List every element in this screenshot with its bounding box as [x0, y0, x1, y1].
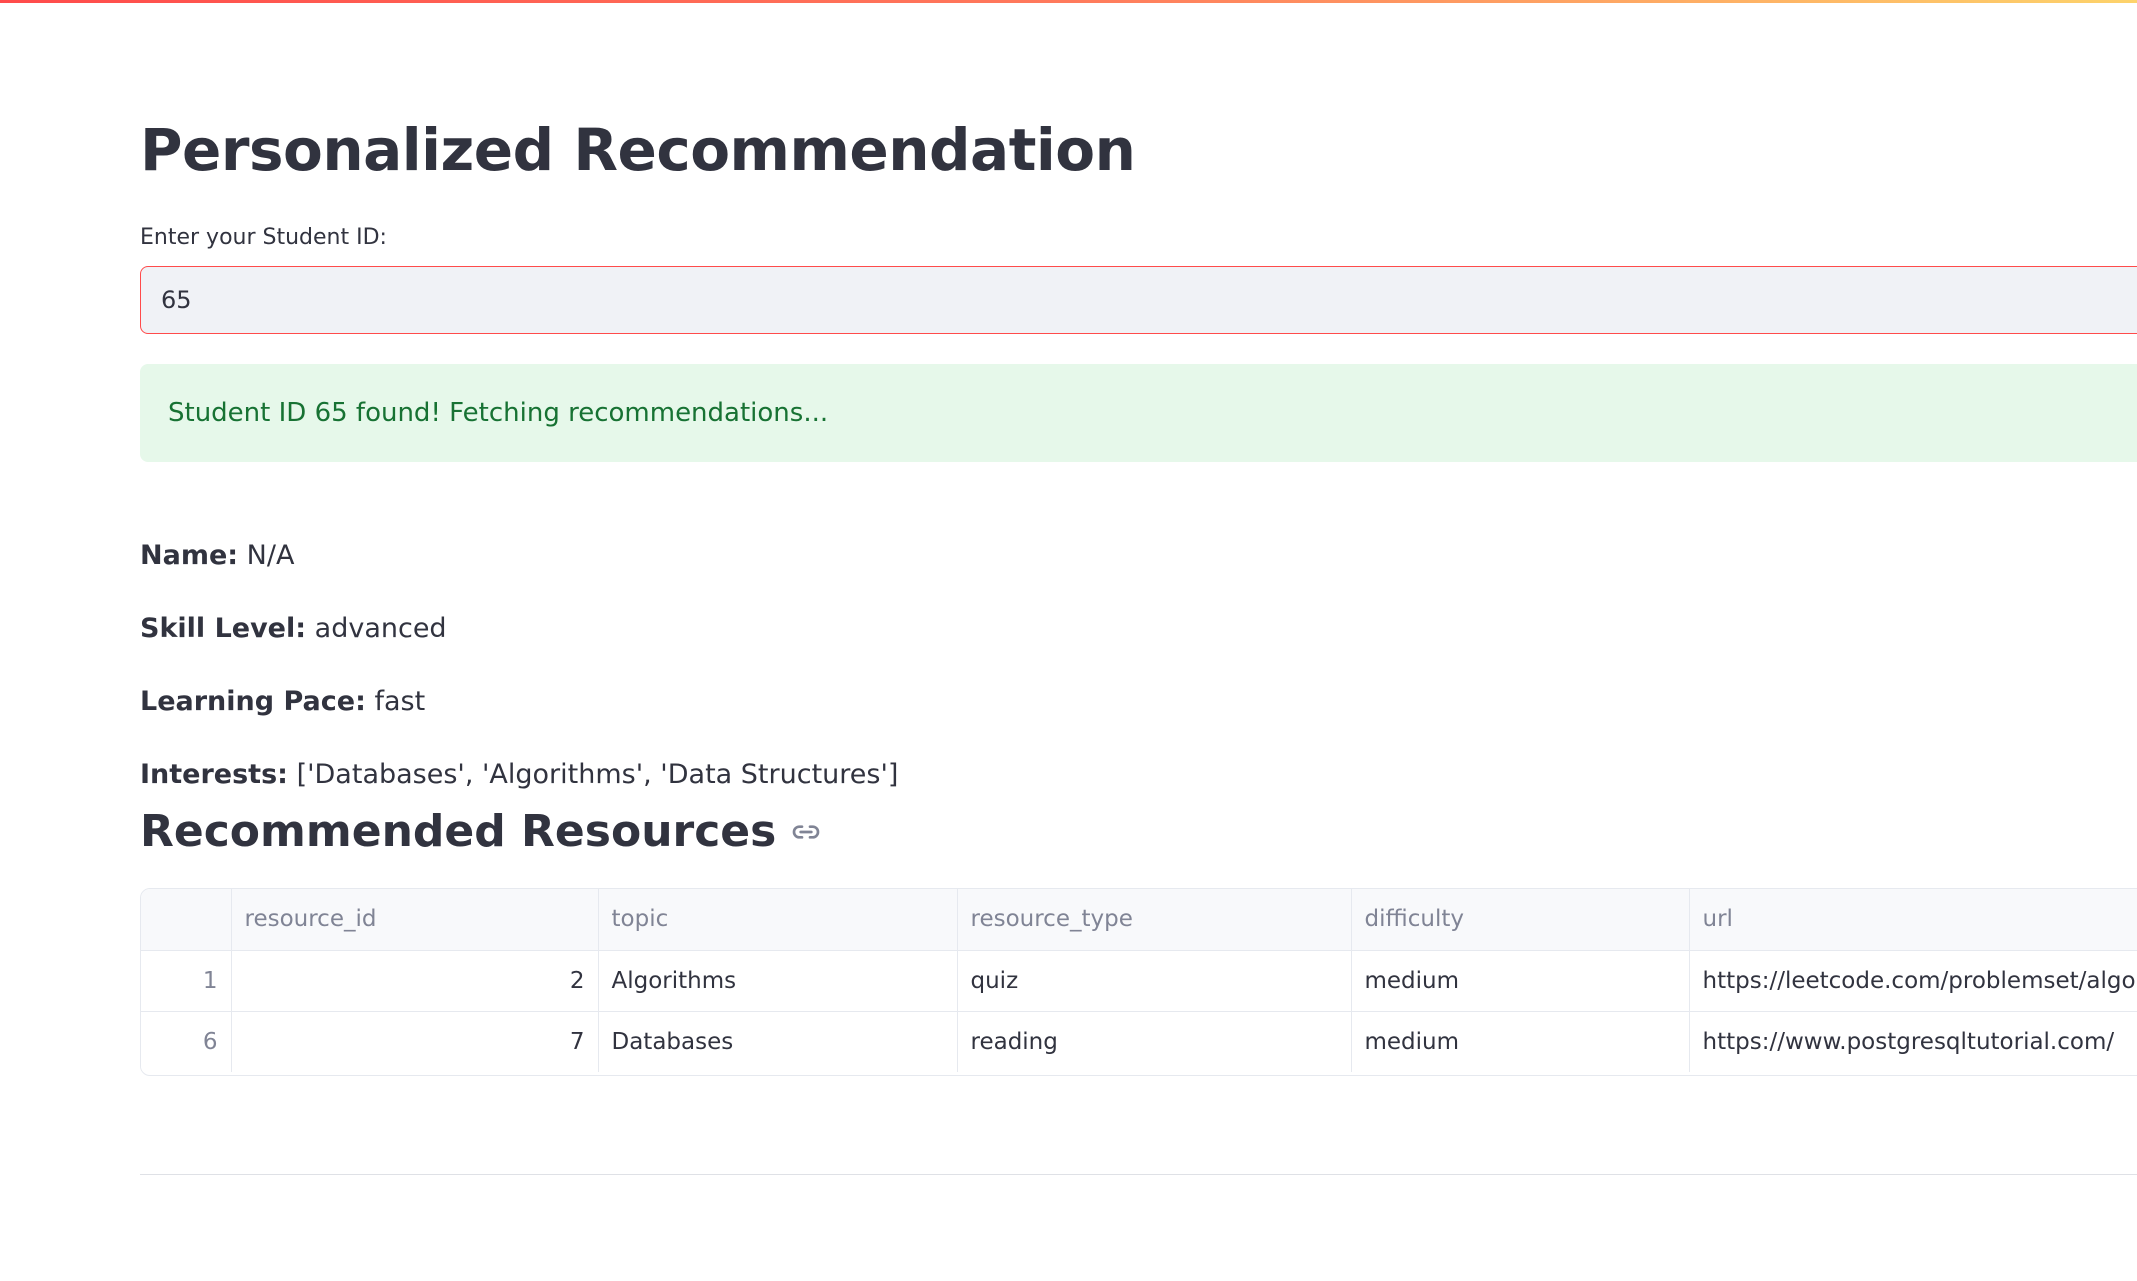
column-header-resource-type[interactable]: resource_type	[957, 889, 1352, 951]
topic-cell[interactable]: Databases	[598, 1011, 958, 1072]
profile-skill-level: Skill Level: advanced	[140, 609, 447, 649]
student-id-label: Enter your Student ID:	[140, 225, 387, 250]
profile-interests: Interests: ['Databases', 'Algorithms', '…	[140, 755, 898, 795]
page-title: Personalized Recommendation	[140, 116, 1136, 184]
resource-type-cell[interactable]: reading	[957, 1011, 1352, 1072]
section-title-recommended: Recommended Resources	[140, 804, 822, 860]
resources-table[interactable]: resource_id topic resource_type difficul…	[140, 888, 2137, 1076]
difficulty-cell[interactable]: medium	[1351, 1011, 1690, 1072]
main-content: Personalized Recommendation Enter your S…	[140, 0, 2137, 1281]
section-title-text: Recommended Resources	[140, 806, 777, 857]
profile-skill-value: advanced	[314, 613, 447, 644]
profile-interests-label: Interests:	[140, 759, 288, 790]
table-header-row: resource_id topic resource_type difficul…	[141, 889, 2137, 951]
table-row[interactable]: 1 2 Algorithms quiz medium https://leetc…	[141, 950, 2137, 1012]
success-message: Student ID 65 found! Fetching recommenda…	[168, 398, 829, 428]
column-header-difficulty[interactable]: difficulty	[1351, 889, 1690, 951]
row-index-cell[interactable]: 1	[141, 950, 232, 1012]
row-index-cell[interactable]: 6	[141, 1011, 232, 1072]
difficulty-cell[interactable]: medium	[1351, 950, 1690, 1012]
profile-interests-value: ['Databases', 'Algorithms', 'Data Struct…	[296, 759, 899, 790]
profile-pace-value: fast	[374, 686, 426, 717]
profile-learning-pace: Learning Pace: fast	[140, 682, 425, 722]
profile-pace-label: Learning Pace:	[140, 686, 366, 717]
table-row[interactable]: 6 7 Databases reading medium https://www…	[141, 1011, 2137, 1072]
section-divider	[140, 1174, 2137, 1175]
url-cell[interactable]: https://www.postgresqltutorial.com/	[1689, 1011, 2137, 1072]
resource-id-cell[interactable]: 7	[231, 1011, 599, 1072]
link-icon[interactable]	[790, 816, 822, 848]
column-header-topic[interactable]: topic	[598, 889, 958, 951]
column-header-url[interactable]: url	[1689, 889, 2137, 951]
profile-skill-label: Skill Level:	[140, 613, 307, 644]
profile-name: Name: N/A	[140, 536, 294, 576]
student-id-input[interactable]	[140, 266, 2137, 334]
url-cell[interactable]: https://leetcode.com/problemset/algorith…	[1689, 950, 2137, 1012]
profile-name-label: Name:	[140, 540, 239, 571]
profile-name-value: N/A	[246, 540, 295, 571]
success-alert: Student ID 65 found! Fetching recommenda…	[140, 364, 2137, 462]
resource-id-cell[interactable]: 2	[231, 950, 599, 1012]
column-header-resource-id[interactable]: resource_id	[231, 889, 599, 951]
column-header-index[interactable]	[141, 889, 232, 951]
resource-type-cell[interactable]: quiz	[957, 950, 1352, 1012]
topic-cell[interactable]: Algorithms	[598, 950, 958, 1012]
